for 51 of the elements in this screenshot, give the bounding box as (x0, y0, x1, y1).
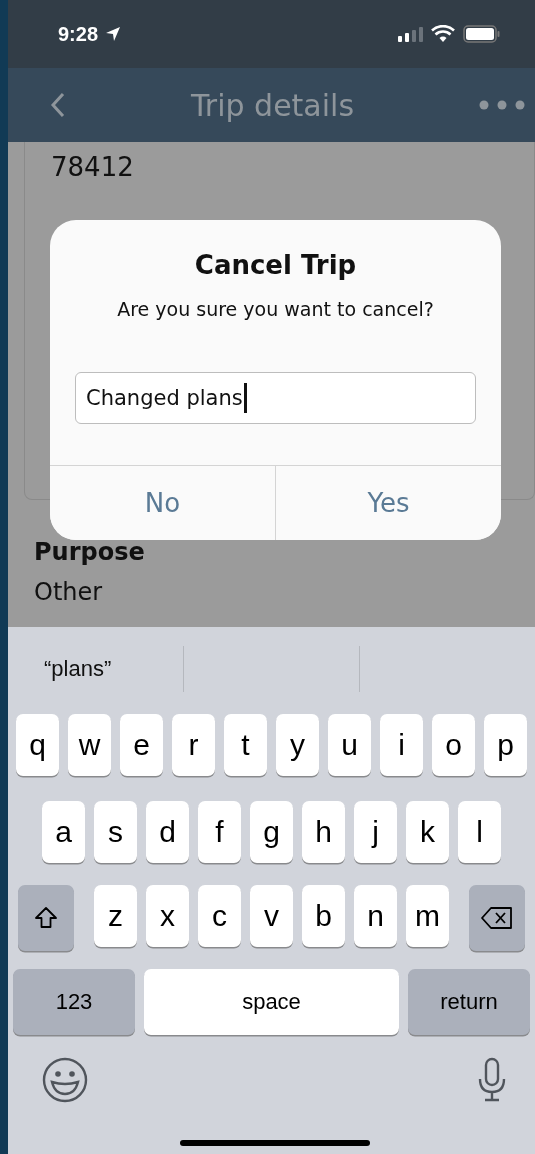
input-field[interactable]: Changed plans (75, 372, 476, 424)
key[interactable]: s (94, 801, 137, 863)
key[interactable]: e (120, 714, 163, 776)
numbers-key[interactable]: 123 (13, 969, 135, 1035)
space-key[interactable]: space (144, 969, 399, 1035)
key[interactable]: d (146, 801, 189, 863)
emoji-icon[interactable] (42, 1057, 88, 1103)
key[interactable]: m (406, 885, 449, 947)
key[interactable]: v (250, 885, 293, 947)
key[interactable]: u (328, 714, 371, 776)
key[interactable]: c (198, 885, 241, 947)
dialog-title: Cancel Trip (194, 250, 357, 280)
purpose-value: Other (33, 578, 104, 606)
key[interactable]: t (224, 714, 267, 776)
key[interactable]: i (380, 714, 423, 776)
shift-icon (34, 906, 58, 930)
key[interactable]: y (276, 714, 319, 776)
key[interactable]: b (302, 885, 345, 947)
key[interactable]: j (354, 801, 397, 863)
delete-key[interactable] (469, 885, 525, 951)
dialog-message: Are you sure you want to cancel? (117, 298, 434, 320)
signal-icon (397, 26, 423, 42)
wifi-icon (431, 25, 455, 43)
suggestion[interactable]: “plans” (44, 656, 112, 682)
key[interactable]: q (16, 714, 59, 776)
battery-icon (463, 25, 501, 43)
key[interactable]: a (42, 801, 85, 863)
key[interactable]: z (94, 885, 137, 947)
key[interactable]: x (146, 885, 189, 947)
return-key[interactable]: return (408, 969, 530, 1035)
location-arrow-icon (104, 25, 123, 43)
key[interactable]: p (484, 714, 527, 776)
key[interactable]: o (432, 714, 475, 776)
dialog-button[interactable]: Yes (275, 466, 501, 540)
key[interactable]: h (302, 801, 345, 863)
key[interactable]: g (250, 801, 293, 863)
key[interactable]: w (68, 714, 111, 776)
back-icon[interactable] (50, 92, 66, 118)
microphone-icon[interactable] (477, 1057, 507, 1103)
key[interactable]: k (406, 801, 449, 863)
key[interactable]: r (172, 714, 215, 776)
key[interactable]: l (458, 801, 501, 863)
purpose-label: Purpose (33, 538, 146, 566)
status-time: 9:28 (58, 22, 99, 46)
address-text: 78412 (51, 152, 134, 182)
shift-key[interactable] (18, 885, 74, 951)
more-icon[interactable] (479, 100, 525, 110)
backspace-icon (481, 906, 513, 930)
screen-title: Trip details (189, 87, 356, 123)
key[interactable]: f (198, 801, 241, 863)
key[interactable]: n (354, 885, 397, 947)
